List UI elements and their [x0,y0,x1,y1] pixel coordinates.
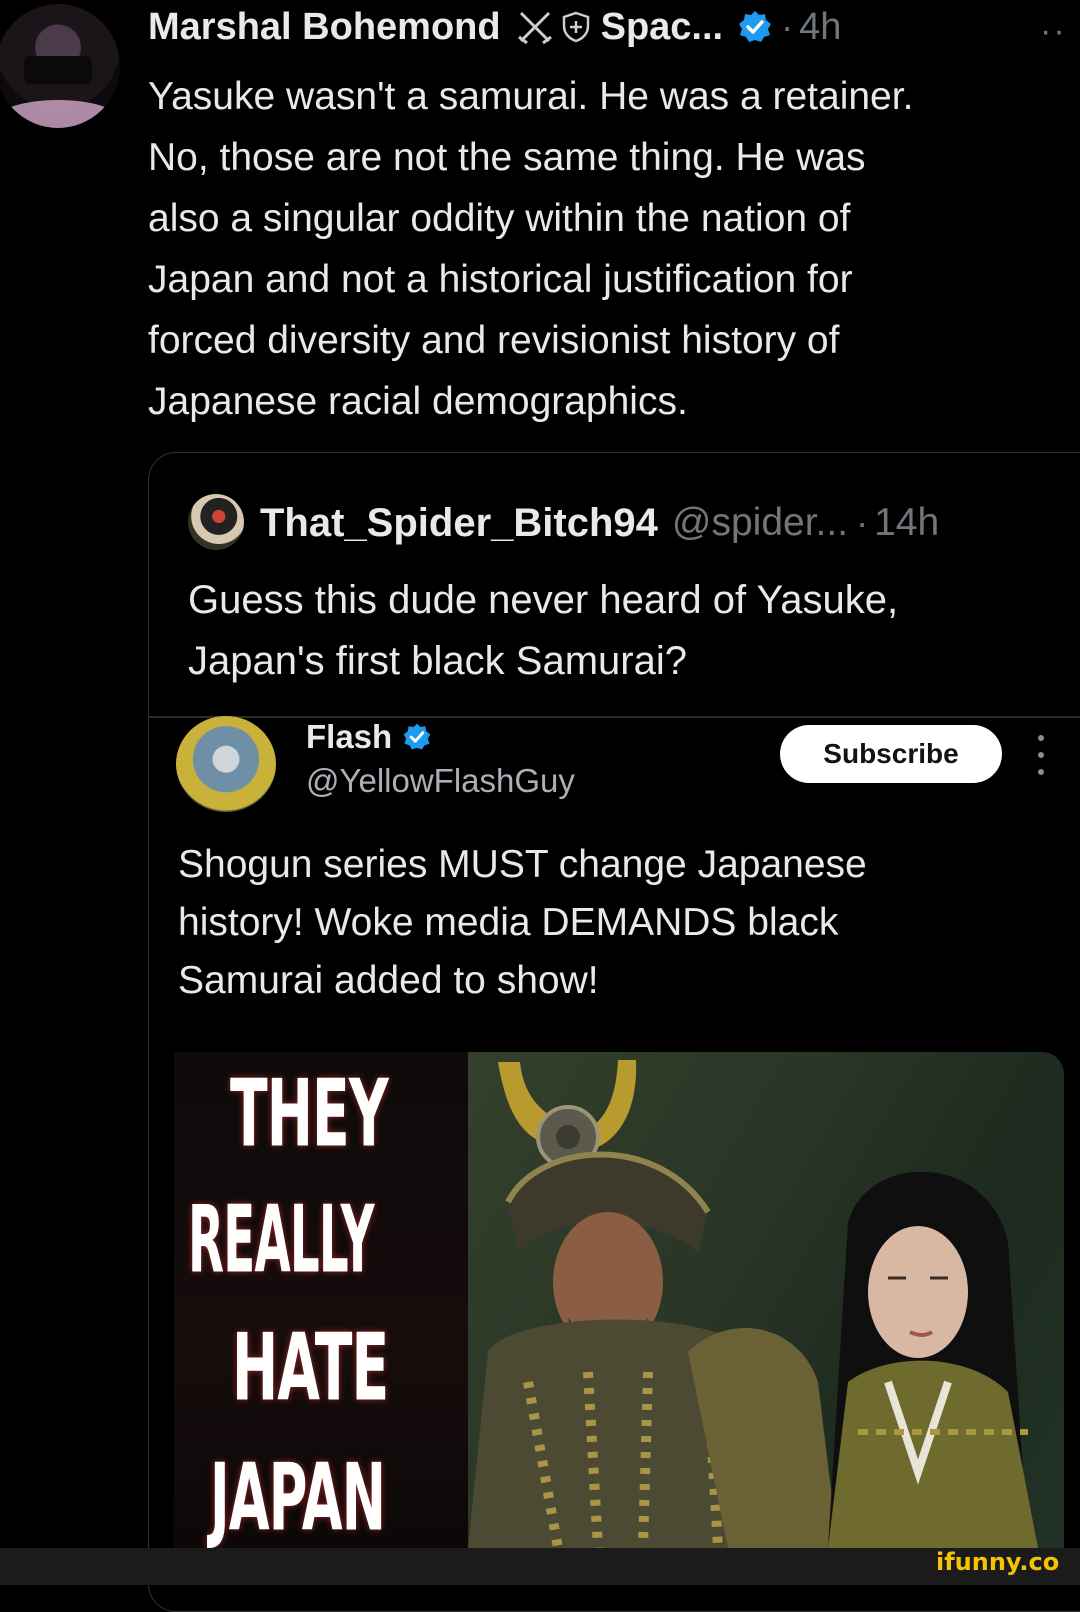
time-separator: · [781,6,794,47]
vertical-dots-icon [1034,735,1048,775]
quote-author-avatar[interactable] [188,494,244,550]
quote-text: Guess this dude never heard of Yasuke, J… [188,570,1068,692]
quote-text-line: Guess this dude never heard of Yasuke, [188,578,899,622]
tweet-timestamp[interactable]: 4h [799,6,841,49]
watermark-bar [0,1548,1080,1585]
tweet-text-line: No, those are not the same thing. He was [148,136,866,179]
tweet-text-line: forced diversity and revisionist history… [148,319,840,362]
quote-text-line: Japan's first black Samurai? [188,639,687,683]
crossed-swords-icon [517,11,552,45]
embedded-author-row: Flash [306,718,432,756]
avatar-glow-detail [0,100,120,128]
author-name[interactable]: Marshal Bohemond [148,6,501,49]
thumbnail-word: HATE [232,1314,389,1423]
embedded-text-line: history! Woke media DEMANDS black [178,901,839,944]
thumbnail-word: JAPAN [210,1444,386,1553]
community-name[interactable]: Spac... [601,6,724,49]
divider [149,716,1080,718]
embedded-text-line: Shogun series MUST change Japanese [178,843,867,886]
avatar-mask-detail [24,56,92,84]
tweet-header: Marshal Bohemond Spac... · 4h [148,4,841,50]
embedded-author-name: Flash [306,718,393,755]
embedded-post-text: Shogun series MUST change Japanese histo… [178,836,1058,1010]
subscribe-button: Subscribe [780,725,1002,783]
ifunny-watermark: ifunny.co [936,1548,1060,1576]
thumbnail-word: THEY [230,1060,389,1169]
embedded-text-line: Samurai added to show! [178,959,599,1002]
time-separator: · [856,502,869,543]
quote-author-handle[interactable]: @spider... [672,501,848,545]
embedded-author-handle: @YellowFlashGuy [306,762,575,799]
tweet-text-line: also a singular oddity within the nation… [148,197,851,240]
embedded-author-avatar [176,716,276,812]
author-avatar[interactable] [0,4,120,128]
quote-author-name[interactable]: That_Spider_Bitch94 [260,501,658,546]
shield-icon [562,11,589,43]
quote-header: That_Spider_Bitch94 @spider... · 14h [260,494,939,552]
verified-badge-icon [403,723,431,750]
more-dots-icon[interactable]: ·· [1040,12,1067,51]
thumbnail-word: REALLY [188,1186,375,1295]
tweet-text-line: Yasuke wasn't a samurai. He was a retain… [148,75,914,118]
verified-badge-icon [739,11,772,42]
thumbnail-text-panel: THEY REALLY HATE JAPAN [174,1052,474,1553]
samurai-illustration [468,1060,1038,1548]
tweet-text: Yasuke wasn't a samurai. He was a retain… [148,66,1080,432]
shogun-thumbnail-image [468,1052,1064,1548]
tweet-text-line: Japan and not a historical justification… [148,258,853,301]
tweet-text-line: Japanese racial demographics. [148,380,688,423]
quote-timestamp[interactable]: 14h [874,501,939,545]
